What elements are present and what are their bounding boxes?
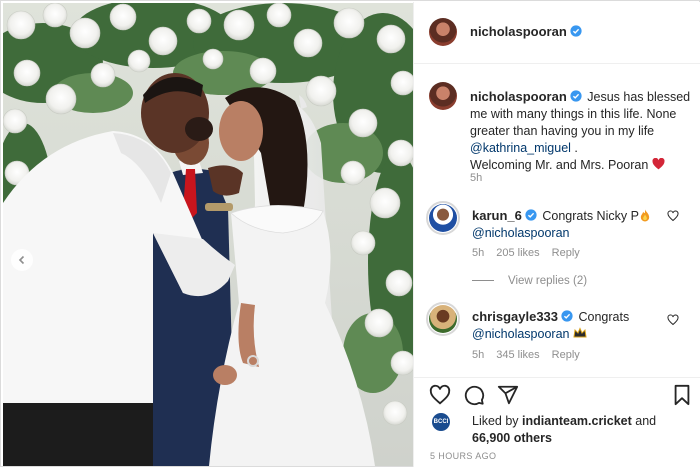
- reply-button[interactable]: Reply: [552, 247, 580, 259]
- author-avatar[interactable]: [429, 18, 457, 46]
- caption-meta: 5h: [470, 172, 494, 184]
- comment-avatar-gayle[interactable]: [429, 305, 457, 333]
- comment-age: 5h: [472, 247, 485, 259]
- comment-mention[interactable]: @nicholaspooran: [472, 327, 569, 341]
- crown-emoji-icon: [573, 327, 587, 338]
- header-author: nicholaspooran: [470, 24, 584, 39]
- caption-avatar[interactable]: [429, 82, 457, 110]
- comment-age: 5h: [472, 349, 485, 361]
- likes-others[interactable]: 66,900 others: [472, 431, 552, 445]
- comment-meta: 5h 345 likes Reply: [472, 349, 592, 361]
- comment-username[interactable]: karun_6: [472, 208, 522, 223]
- bookmark-icon[interactable]: [671, 384, 693, 406]
- caption: nicholaspooran Jesus has blessed me with…: [470, 88, 692, 174]
- caption-username[interactable]: nicholaspooran: [470, 89, 567, 104]
- header-username[interactable]: nicholaspooran: [470, 24, 567, 39]
- like-comment-heart-icon[interactable]: [667, 314, 679, 326]
- post-photo: [3, 3, 413, 466]
- chevron-left-icon: [18, 255, 25, 265]
- comment-text: Congrats: [578, 310, 630, 324]
- comment-username[interactable]: chrisgayle333: [472, 309, 558, 324]
- caption-text-3: Welcoming Mr. and Mrs. Pooran: [470, 158, 652, 172]
- verified-badge-icon: [570, 90, 582, 102]
- like-comment-heart-icon[interactable]: [667, 210, 679, 222]
- verified-badge-icon: [525, 209, 537, 221]
- comment-text: Congrats Nicky P: [542, 209, 639, 223]
- instagram-post-frame: nicholaspooran nicholaspooran Jesus has …: [0, 0, 700, 467]
- actions-divider: [414, 377, 700, 378]
- likes-middle: and: [631, 414, 657, 428]
- comment-icon[interactable]: [463, 384, 485, 406]
- caption-age: 5h: [470, 172, 483, 184]
- fire-emoji-icon: [640, 209, 650, 222]
- view-replies-button[interactable]: View replies (2): [472, 275, 587, 287]
- liker-avatar[interactable]: BCCI: [432, 413, 450, 431]
- liker-username[interactable]: indianteam.cricket: [522, 414, 632, 428]
- heart-icon[interactable]: [429, 384, 451, 406]
- verified-badge-icon: [561, 310, 573, 322]
- likes-prefix: Liked by: [472, 414, 523, 428]
- wedding-photo-illustration: [3, 3, 413, 466]
- comment-likes[interactable]: 205 likes: [496, 247, 539, 259]
- caption-text-2: .: [570, 141, 578, 155]
- comment-meta: 5h 205 likes Reply: [472, 247, 592, 259]
- comment-gayle: chrisgayle333 Congrats @nicholaspooran: [472, 308, 672, 343]
- comment-karun: karun_6 Congrats Nicky P @nicholaspooran: [472, 207, 672, 242]
- post-sidebar: nicholaspooran nicholaspooran Jesus has …: [413, 2, 700, 467]
- reply-button[interactable]: Reply: [552, 349, 580, 361]
- comment-likes[interactable]: 345 likes: [496, 349, 539, 361]
- comment-mention[interactable]: @nicholaspooran: [472, 226, 569, 240]
- view-replies-label[interactable]: View replies (2): [508, 275, 587, 287]
- verified-badge-icon: [570, 25, 582, 37]
- replies-divider: [472, 280, 494, 282]
- share-icon[interactable]: [497, 384, 519, 406]
- carousel-prev-button[interactable]: [11, 249, 33, 271]
- caption-mention[interactable]: @kathrina_miguel: [470, 141, 571, 155]
- comment-avatar-karun[interactable]: [429, 204, 457, 232]
- red-heart-emoji-icon: [652, 157, 665, 170]
- post-timestamp[interactable]: 5 HOURS AGO: [430, 451, 496, 461]
- post-header: nicholaspooran: [414, 2, 700, 64]
- likes-summary: Liked by indianteam.cricket and 66,900 o…: [472, 413, 656, 447]
